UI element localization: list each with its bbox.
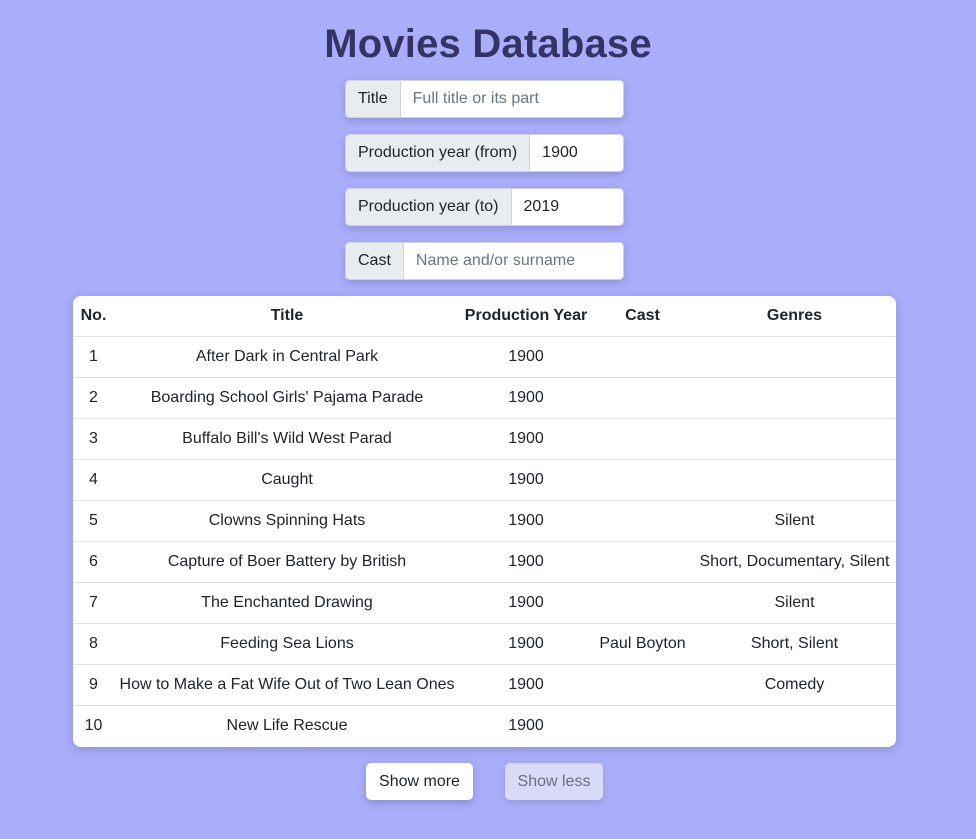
year-to-filter-input[interactable] bbox=[511, 188, 624, 226]
cast-filter: Cast bbox=[345, 242, 624, 280]
cell-cast: Paul Boyton bbox=[592, 623, 693, 665]
cell-year: 1900 bbox=[460, 623, 592, 665]
cell-title: Caught bbox=[114, 459, 460, 501]
movies-table: No. Title Production Year Cast Genres 1 … bbox=[73, 296, 896, 746]
cell-title: New Life Rescue bbox=[114, 705, 460, 746]
cell-cast bbox=[592, 418, 693, 460]
cell-genres: Comedy bbox=[693, 664, 896, 706]
title-filter-label: Title bbox=[345, 80, 401, 118]
column-header-title: Title bbox=[114, 296, 460, 337]
cast-filter-input[interactable] bbox=[403, 242, 624, 280]
cell-no: 3 bbox=[73, 418, 114, 460]
cell-cast bbox=[592, 459, 693, 501]
cell-title: Boarding School Girls' Pajama Parade bbox=[114, 377, 460, 419]
cell-no: 8 bbox=[73, 623, 114, 665]
table-row: 10 New Life Rescue 1900 bbox=[73, 705, 896, 746]
cell-genres bbox=[693, 705, 896, 746]
cell-title: Feeding Sea Lions bbox=[114, 623, 460, 665]
cell-genres: Short, Documentary, Silent bbox=[693, 541, 896, 583]
title-filter-input[interactable] bbox=[400, 80, 624, 118]
cell-no: 9 bbox=[73, 664, 114, 706]
table-row: 9 How to Make a Fat Wife Out of Two Lean… bbox=[73, 664, 896, 706]
year-to-filter: Production year (to) bbox=[345, 188, 624, 226]
cell-genres bbox=[693, 418, 896, 460]
cell-year: 1900 bbox=[460, 377, 592, 419]
cell-cast bbox=[592, 664, 693, 706]
movies-table-card: No. Title Production Year Cast Genres 1 … bbox=[73, 296, 896, 747]
cell-year: 1900 bbox=[460, 459, 592, 501]
table-row: 4 Caught 1900 bbox=[73, 459, 896, 501]
show-less-button[interactable]: Show less bbox=[505, 763, 603, 800]
cell-no: 5 bbox=[73, 500, 114, 542]
cell-year: 1900 bbox=[508, 348, 544, 365]
cell-genres: Short, Silent bbox=[693, 623, 896, 665]
cell-year: 1900 bbox=[460, 582, 592, 624]
cell-genres: Silent bbox=[693, 582, 896, 624]
year-from-filter-label: Production year (from) bbox=[345, 134, 531, 172]
table-header-row: No. Title Production Year Cast Genres bbox=[73, 296, 896, 337]
table-row: 6 Capture of Boer Battery by British 190… bbox=[73, 541, 896, 583]
table-row: 7 The Enchanted Drawing 1900 Silent bbox=[73, 582, 896, 624]
cell-year: 1900 bbox=[460, 664, 592, 706]
cell-title: Clowns Spinning Hats bbox=[114, 500, 460, 542]
cell-genres: Silent bbox=[693, 500, 896, 542]
cell-no: 4 bbox=[73, 459, 114, 501]
table-row: 5 Clowns Spinning Hats 1900 Silent bbox=[73, 500, 896, 542]
cell-no: 6 bbox=[73, 541, 114, 583]
cell-title: Capture of Boer Battery by British bbox=[114, 541, 460, 583]
cell-cast bbox=[592, 337, 693, 378]
cell-no: 7 bbox=[73, 582, 114, 624]
cell-no: 1 bbox=[89, 348, 98, 365]
cast-filter-label: Cast bbox=[345, 242, 404, 280]
page-title: Movies Database bbox=[324, 22, 652, 66]
column-header-genres: Genres bbox=[693, 296, 896, 337]
cell-genres bbox=[693, 377, 896, 419]
cell-title: The Enchanted Drawing bbox=[114, 582, 460, 624]
table-row: 8 Feeding Sea Lions 1900 Paul Boyton Sho… bbox=[73, 623, 896, 665]
cell-title: Buffalo Bill's Wild West Parad bbox=[114, 418, 460, 460]
cell-title: How to Make a Fat Wife Out of Two Lean O… bbox=[114, 664, 460, 706]
table-row: 1 After Dark in Central Park 1900 bbox=[73, 337, 896, 378]
table-row: 2 Boarding School Girls' Pajama Parade 1… bbox=[73, 377, 896, 419]
cell-title: After Dark in Central Park bbox=[195, 348, 379, 365]
cell-year: 1900 bbox=[460, 418, 592, 460]
year-from-filter: Production year (from) bbox=[345, 134, 624, 172]
title-filter: Title bbox=[345, 80, 624, 118]
cell-no: 10 bbox=[73, 705, 114, 746]
column-header-cast: Cast bbox=[592, 296, 693, 337]
cell-cast bbox=[592, 705, 693, 746]
column-header-production-year: Production Year bbox=[460, 296, 592, 337]
cell-year: 1900 bbox=[460, 541, 592, 583]
cell-year: 1900 bbox=[460, 500, 592, 542]
cell-genres bbox=[693, 459, 896, 501]
cell-cast bbox=[592, 377, 693, 419]
show-more-button[interactable]: Show more bbox=[366, 763, 473, 800]
year-from-filter-input[interactable] bbox=[530, 134, 624, 172]
column-header-no: No. bbox=[73, 296, 114, 337]
cell-year: 1900 bbox=[460, 705, 592, 746]
table-row: 3 Buffalo Bill's Wild West Parad 1900 bbox=[73, 418, 896, 460]
year-to-filter-label: Production year (to) bbox=[345, 188, 512, 226]
cell-cast bbox=[592, 582, 693, 624]
cell-genres bbox=[693, 337, 896, 378]
cell-cast bbox=[592, 500, 693, 542]
cell-no: 2 bbox=[73, 377, 114, 419]
cell-cast bbox=[592, 541, 693, 583]
